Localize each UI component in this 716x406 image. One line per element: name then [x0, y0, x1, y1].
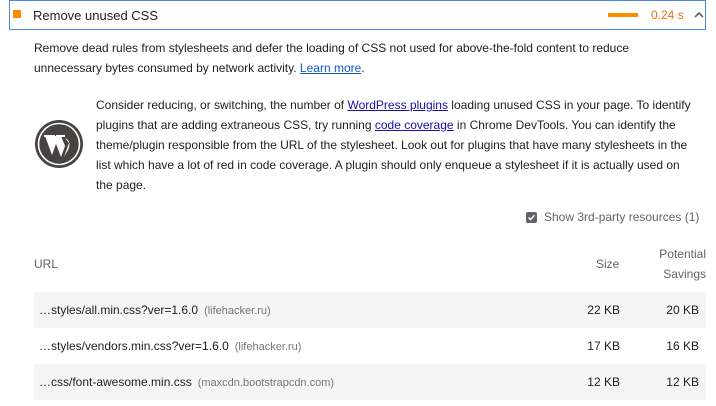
wordpress-stack-pack-text: Consider reducing, or switching, the num… [96, 95, 696, 195]
table-row: …styles/vendors.min.css?ver=1.6.0 (lifeha… [34, 328, 706, 364]
stack-text-1: Consider reducing, or switching, the num… [96, 98, 348, 112]
column-header-savings: Potential Savings [650, 244, 706, 284]
audit-value: 0.24 s [651, 8, 684, 22]
warning-severity-icon [13, 10, 21, 18]
url-text: …css/font-awesome.min.css [39, 375, 192, 389]
savings-header-line1: Potential [659, 247, 706, 261]
description-period: . [361, 61, 365, 75]
chevron-up-icon[interactable] [693, 8, 705, 20]
audit-header[interactable]: Remove unused CSS 0.24 s [9, 0, 706, 30]
url-host: (maxcdn.bootstrapcdn.com) [197, 377, 335, 389]
table-row: …css/font-awesome.min.css (maxcdn.bootstr… [34, 364, 706, 400]
audit-description: Remove dead rules from stylesheets and d… [34, 38, 694, 78]
row-size: 17 KB [587, 339, 620, 353]
row-size: 22 KB [587, 303, 620, 317]
code-coverage-link[interactable]: code coverage [375, 118, 454, 132]
row-size: 12 KB [587, 375, 620, 389]
url-host: (lifehacker.ru) [204, 305, 271, 317]
learn-more-link[interactable]: Learn more [300, 61, 361, 75]
third-party-filter[interactable]: Show 3rd-party resources (1) [526, 210, 699, 224]
third-party-label: Show 3rd-party resources (1) [544, 210, 700, 224]
checkmark-icon [527, 214, 536, 221]
row-url[interactable]: …styles/vendors.min.css?ver=1.6.0 (lifeha… [39, 339, 301, 353]
row-savings: 12 KB [666, 375, 699, 389]
table-row: …styles/all.min.css?ver=1.6.0 (lifehacker… [34, 292, 706, 328]
url-text: …styles/all.min.css?ver=1.6.0 [39, 303, 199, 317]
third-party-checkbox[interactable] [526, 211, 537, 223]
column-header-url: URL [34, 257, 59, 271]
savings-header-line2: Savings [663, 267, 706, 281]
audit-title: Remove unused CSS [33, 8, 159, 23]
wordpress-plugins-link[interactable]: WordPress plugins [347, 98, 448, 112]
severity-bar [608, 13, 638, 17]
row-savings: 20 KB [666, 303, 699, 317]
column-header-size: Size [596, 257, 620, 271]
url-text: …styles/vendors.min.css?ver=1.6.0 [39, 339, 229, 353]
url-host: (lifehacker.ru) [234, 341, 302, 353]
row-url[interactable]: …css/font-awesome.min.css (maxcdn.bootstr… [39, 375, 334, 389]
wordpress-logo-icon [34, 119, 84, 169]
row-url[interactable]: …styles/all.min.css?ver=1.6.0 (lifehacker… [39, 303, 271, 317]
row-savings: 16 KB [666, 339, 699, 353]
